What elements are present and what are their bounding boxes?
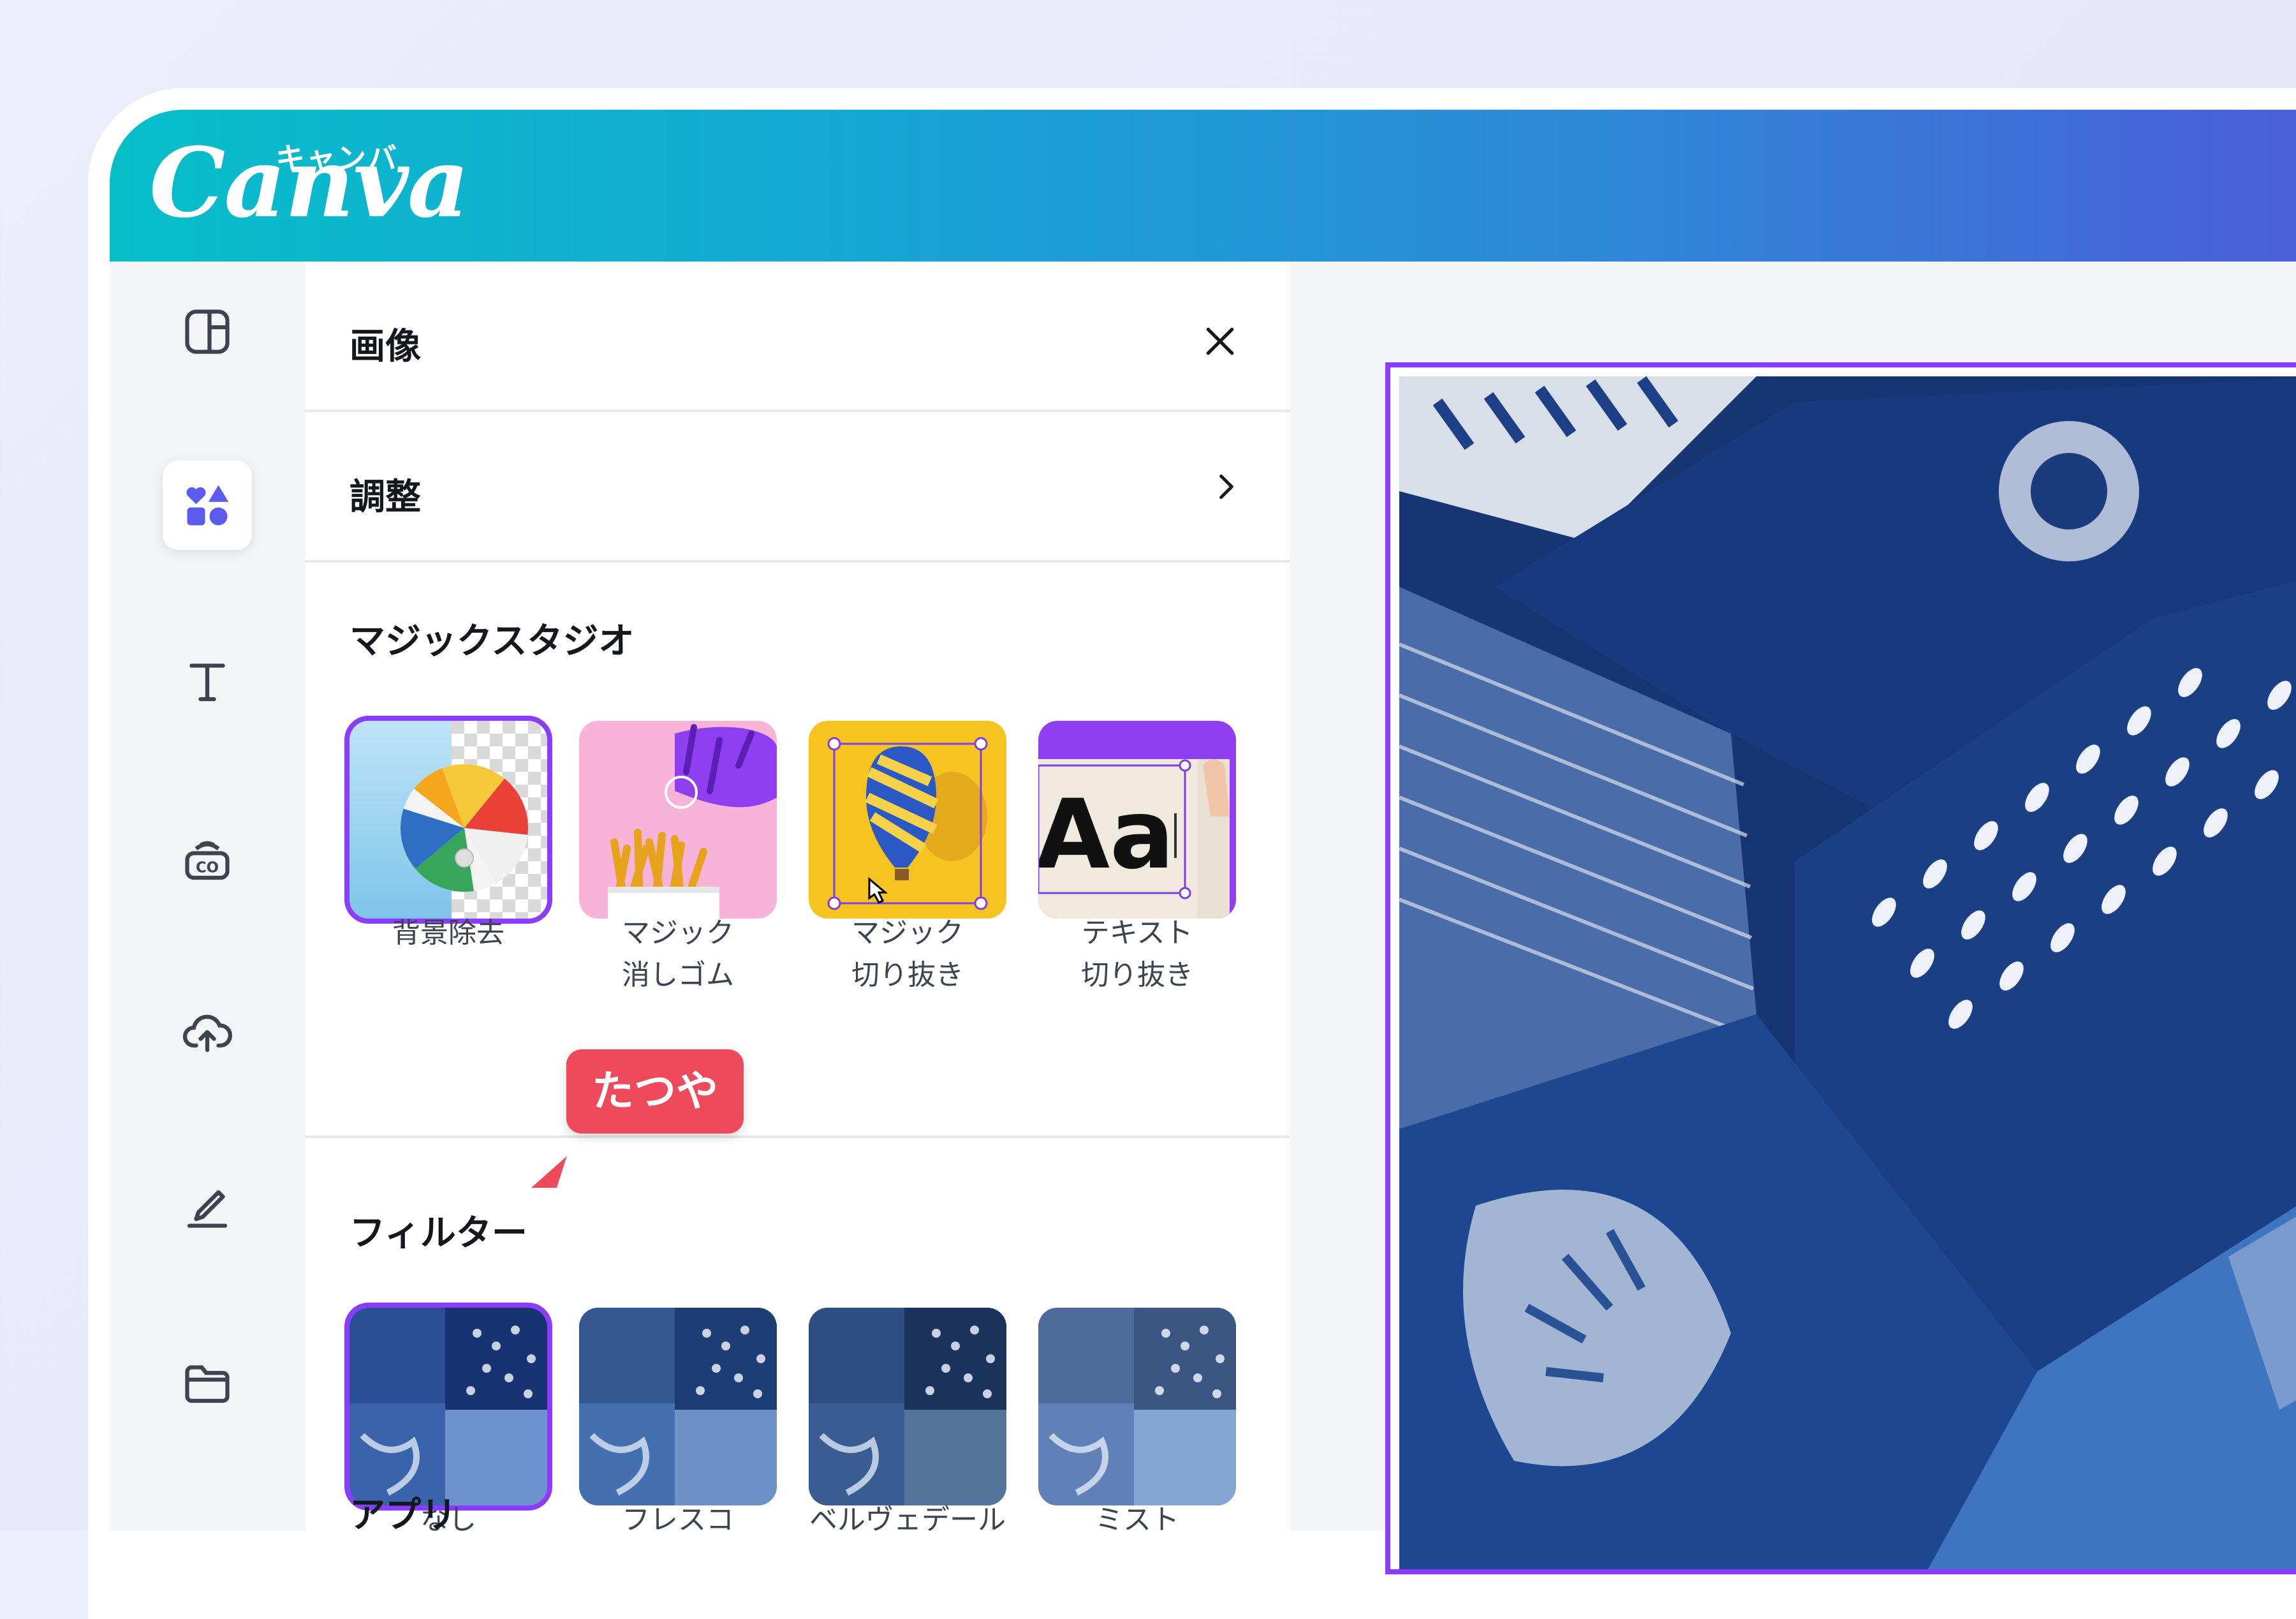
bg-remover-label-line1: 背景除去 — [392, 917, 504, 949]
filter-mist-label: ミスト — [1095, 1504, 1179, 1531]
magic-grab-label: マジック 切り抜き — [793, 912, 1022, 996]
side-rail: CO — [110, 262, 305, 1531]
hot-air-balloon-image — [809, 721, 1006, 919]
rail-item-brand[interactable]: CO — [163, 815, 252, 905]
fabric-thumbnail — [350, 1308, 547, 1505]
folder-icon — [185, 1365, 230, 1403]
brand-icon: CO — [185, 841, 230, 880]
close-button[interactable] — [1191, 313, 1249, 370]
text-grab-tile[interactable]: Aa — [1038, 721, 1236, 919]
rail-item-draw[interactable] — [163, 1161, 252, 1250]
close-icon — [1206, 327, 1234, 355]
adjust-label: 調整 — [350, 477, 421, 518]
image-edit-panel: 画像 調整 マジックスタジオ Aa 背景除去 マジック 消しゴム マジック 切り… — [305, 262, 1290, 1531]
apps-title: アプリ — [350, 1495, 457, 1536]
collaborator-cursor-icon — [524, 1148, 573, 1192]
rail-item-projects[interactable] — [163, 1338, 252, 1428]
svg-text:CO: CO — [196, 860, 219, 876]
magic-studio-title: マジックスタジオ — [350, 621, 635, 662]
upload-cloud-icon — [182, 1014, 233, 1053]
magic-grab-label-line1: マジック — [851, 917, 964, 949]
rail-item-text[interactable] — [163, 637, 252, 726]
text-grab-label-line2: 切り抜き — [1081, 959, 1193, 991]
collaborator-tooltip: たつや — [566, 1049, 744, 1134]
bg-remover-tile[interactable] — [344, 716, 552, 924]
bg-remover-label: 背景除去 — [334, 912, 563, 954]
filter-fresco-label: フレスコ — [622, 1504, 734, 1531]
beach-ball-image — [350, 721, 547, 919]
filters-title: フィルター — [350, 1213, 527, 1254]
filter-none-tile[interactable] — [344, 1303, 552, 1511]
magic-eraser-label-line2: 消しゴム — [622, 959, 734, 991]
elements-icon — [186, 485, 229, 526]
rail-item-uploads[interactable] — [163, 987, 252, 1077]
filter-belvedere-tile[interactable] — [809, 1308, 1006, 1505]
fries-image — [579, 721, 777, 919]
magic-eraser-label: マジック 消しゴム — [563, 912, 793, 996]
indigo-fabric-image — [1399, 376, 2296, 1569]
filter-belvedere-label: ベルヴェデール — [809, 1504, 1006, 1531]
adjust-chevron — [1198, 458, 1255, 515]
indigo-fabric-photo[interactable] — [1399, 376, 2296, 1569]
filter-mist-tile[interactable] — [1038, 1308, 1236, 1505]
magic-eraser-tile[interactable] — [579, 721, 777, 919]
text-grab-label: テキスト 切り抜き — [1022, 912, 1252, 996]
adjust-row[interactable]: 調整 — [305, 412, 1290, 563]
panel-header: 画像 — [305, 262, 1290, 412]
top-bar: Canva キャンバ — [110, 110, 2296, 262]
canva-logo-kana: キャンバ — [276, 141, 398, 175]
svg-text:Aa: Aa — [1038, 780, 1174, 891]
fabric-thumbnail-mist — [1038, 1308, 1236, 1505]
chevron-right-icon — [1219, 474, 1233, 499]
text-cutout-image: Aa — [1038, 721, 1236, 919]
selected-image-frame[interactable] — [1385, 362, 2296, 1574]
filter-fresco-tile[interactable] — [579, 1308, 777, 1505]
magic-eraser-label-line1: マジック — [622, 917, 734, 949]
rail-item-elements[interactable] — [163, 461, 252, 550]
draw-icon — [187, 1190, 228, 1228]
section-divider — [305, 1135, 1290, 1138]
text-grab-label-line1: テキスト — [1081, 917, 1193, 949]
magic-grab-label-line2: 切り抜き — [851, 959, 964, 991]
text-icon — [189, 663, 225, 702]
layout-icon — [185, 309, 230, 354]
fabric-thumbnail-fresco — [579, 1308, 777, 1505]
magic-grab-tile[interactable] — [809, 721, 1006, 919]
panel-title: 画像 — [350, 326, 421, 367]
rail-item-design[interactable] — [163, 287, 252, 376]
fabric-thumbnail-belvedere — [809, 1308, 1006, 1505]
